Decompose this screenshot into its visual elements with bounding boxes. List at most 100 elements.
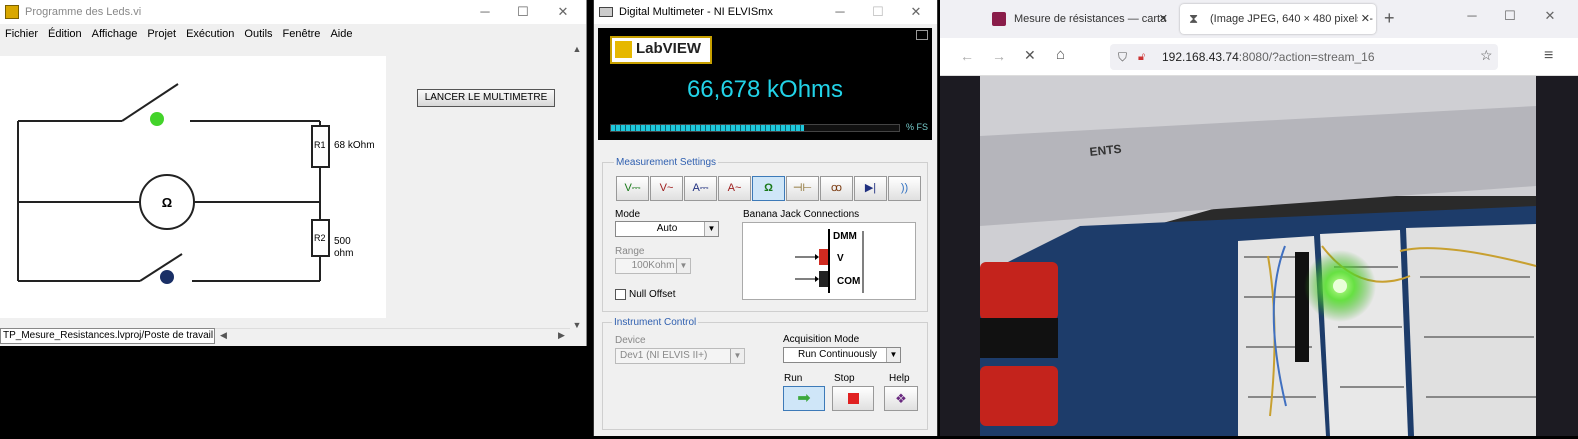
run-button[interactable]: ➡	[783, 386, 825, 411]
menu-fenetre[interactable]: Fenêtre	[283, 28, 321, 40]
run-label: Run	[784, 373, 803, 384]
stop-button[interactable]	[832, 386, 874, 411]
browser-window: Mesure de résistances — carta ✕ ⧗ (Image…	[940, 0, 1578, 436]
chevron-down-icon: ▼	[730, 349, 744, 363]
vi-title-bar[interactable]: Programme des Leds.vi ─ ☐ ✕	[0, 0, 586, 24]
menu-projet[interactable]: Projet	[147, 28, 176, 40]
function-capacitance-button[interactable]: ⊣⊢	[786, 176, 819, 201]
maximize-icon[interactable]: ☐	[505, 0, 541, 24]
range-bar-unit: % FS	[906, 122, 929, 132]
menu-outils[interactable]: Outils	[244, 28, 272, 40]
scroll-up-icon[interactable]: ▲	[569, 44, 585, 54]
url-path: :8080/?action=stream_16	[1238, 50, 1375, 64]
jack-dmm-label: DMM	[833, 231, 857, 242]
tab-close-icon[interactable]: ✕	[1159, 4, 1168, 34]
project-path: TP_Mesure_Resistances.lvproj/Poste de tr…	[0, 328, 215, 344]
led-green-indicator	[150, 112, 164, 126]
site-favicon-icon	[992, 12, 1006, 26]
labview-logo-mark	[615, 41, 632, 58]
mode-label: Mode	[615, 209, 641, 220]
r2-value-line2: ohm	[334, 248, 353, 259]
home-icon[interactable]: ⌂	[1056, 46, 1065, 63]
labview-vi-icon	[5, 5, 19, 19]
device-label: Device	[615, 335, 646, 346]
menu-hamburger-icon[interactable]: ≡	[1544, 47, 1553, 65]
dmm-window: Digital Multimeter - NI ELVISmx ─ ☐ ✕ La…	[593, 0, 938, 436]
function-continuity-button[interactable]: ))	[888, 176, 921, 201]
minimize-icon[interactable]: ─	[467, 0, 503, 24]
dmm-title-bar[interactable]: Digital Multimeter - NI ELVISmx ─ ☐ ✕	[594, 0, 937, 24]
url-bar[interactable]: ⛉ 🔓︎ 192.168.43.74:8080/?action=stream_1…	[1110, 44, 1498, 70]
acquisition-mode-label: Acquisition Mode	[783, 334, 860, 345]
led-blue-indicator	[160, 270, 174, 284]
browser-nav-bar: ← → ✕ ⌂ ⛉ 🔓︎ 192.168.43.74:8080/?action=…	[940, 38, 1578, 76]
function-inductance-button[interactable]: ꝏ	[820, 176, 853, 201]
vi-vertical-scrollbar[interactable]: ▲ ▼	[569, 44, 585, 330]
menu-edition[interactable]: Édition	[48, 28, 82, 40]
forward-arrow-icon[interactable]: →	[992, 48, 1006, 64]
vi-window-title: Programme des Leds.vi	[25, 6, 142, 18]
instrument-control-title: Instrument Control	[612, 317, 699, 328]
stop-label: Stop	[834, 373, 855, 384]
tab-close-icon[interactable]: ✕	[1357, 4, 1370, 34]
close-icon[interactable]: ✕	[545, 0, 581, 24]
shield-icon[interactable]: ⛉	[1118, 44, 1127, 70]
r2-value-line1: 500	[334, 236, 351, 247]
browser-tab-mesure[interactable]: Mesure de résistances — carta ✕	[984, 4, 1172, 34]
function-ac-current-button[interactable]: A~	[718, 176, 751, 201]
labview-logo-text: LabVIEW	[636, 40, 702, 57]
range-bar-fill	[611, 125, 804, 131]
ohmmeter-symbol: Ω	[162, 195, 172, 210]
browser-tab-image[interactable]: ⧗ (Image JPEG, 640 × 480 pixels) - ✕	[1180, 4, 1376, 34]
banana-jack-svg: DMM V COM	[795, 229, 864, 293]
minimize-icon[interactable]: ─	[822, 0, 858, 24]
restore-display-icon[interactable]	[916, 30, 928, 40]
jack-v-label: V	[837, 253, 844, 264]
instrument-control-group	[602, 322, 928, 430]
circuit-diagram-panel: Ω R1 R2 68 kOhm 500 ohm	[0, 56, 386, 318]
function-ac-voltage-button[interactable]: V~	[650, 176, 683, 201]
function-diode-button[interactable]: ▶|	[854, 176, 887, 201]
menu-affichage[interactable]: Affichage	[92, 28, 138, 40]
hourglass-icon: ⧗	[1189, 11, 1199, 26]
scroll-down-icon[interactable]: ▼	[569, 320, 585, 330]
null-offset-checkbox[interactable]	[615, 289, 626, 300]
help-button[interactable]: ❖	[884, 386, 918, 411]
menu-aide[interactable]: Aide	[330, 28, 352, 40]
new-tab-button[interactable]: +	[1384, 8, 1395, 29]
dmm-reading: 66,678 kOhms	[686, 76, 844, 103]
tab-image-label: (Image JPEG, 640 × 480 pixels) -	[1210, 13, 1373, 25]
mode-value: Auto	[656, 223, 678, 234]
close-icon[interactable]: ✕	[898, 0, 934, 24]
bookmark-star-icon[interactable]: ☆	[1480, 47, 1493, 64]
acquisition-mode-select[interactable]: Run Continuously ▼	[783, 347, 901, 363]
minimize-icon[interactable]: ─	[1454, 4, 1490, 28]
measurement-settings-title: Measurement Settings	[614, 157, 719, 168]
chevron-down-icon: ▼	[886, 348, 900, 362]
arrow-right-icon: ➡	[797, 390, 811, 407]
scroll-right-icon[interactable]: ▶	[558, 330, 565, 341]
menu-execution[interactable]: Exécution	[186, 28, 234, 40]
function-resistance-button[interactable]: Ω	[752, 176, 785, 201]
chevron-down-icon: ▼	[676, 259, 690, 273]
dmm-window-title: Digital Multimeter - NI ELVISmx	[619, 6, 773, 18]
range-select: 100Kohm ▼	[615, 258, 691, 274]
back-arrow-icon[interactable]: ←	[960, 48, 974, 64]
vi-menu-bar: Fichier Édition Affichage Projet Exécuti…	[0, 24, 586, 44]
help-label: Help	[889, 373, 910, 384]
dmm-app-icon	[599, 7, 613, 17]
function-dc-current-button[interactable]: A⎓	[684, 176, 717, 201]
menu-fichier[interactable]: Fichier	[5, 28, 38, 40]
circuit-diagram: Ω R1 R2 68 kOhm 500 ohm	[17, 83, 375, 284]
launch-multimeter-button[interactable]: LANCER LE MULTIMETRE	[417, 89, 555, 107]
function-dc-voltage-button[interactable]: V⎓	[616, 176, 649, 201]
insecure-lock-icon[interactable]: 🔓︎	[1138, 44, 1145, 70]
chevron-down-icon: ▼	[704, 222, 718, 236]
maximize-icon[interactable]: ☐	[1492, 4, 1528, 28]
help-book-icon: ❖	[895, 391, 907, 406]
close-icon[interactable]: ✕	[1532, 4, 1568, 28]
stop-loading-icon[interactable]: ✕	[1024, 47, 1036, 64]
scroll-left-icon[interactable]: ◀	[220, 330, 227, 341]
url-host: 192.168.43.74	[1162, 50, 1239, 64]
mode-select[interactable]: Auto ▼	[615, 221, 719, 237]
